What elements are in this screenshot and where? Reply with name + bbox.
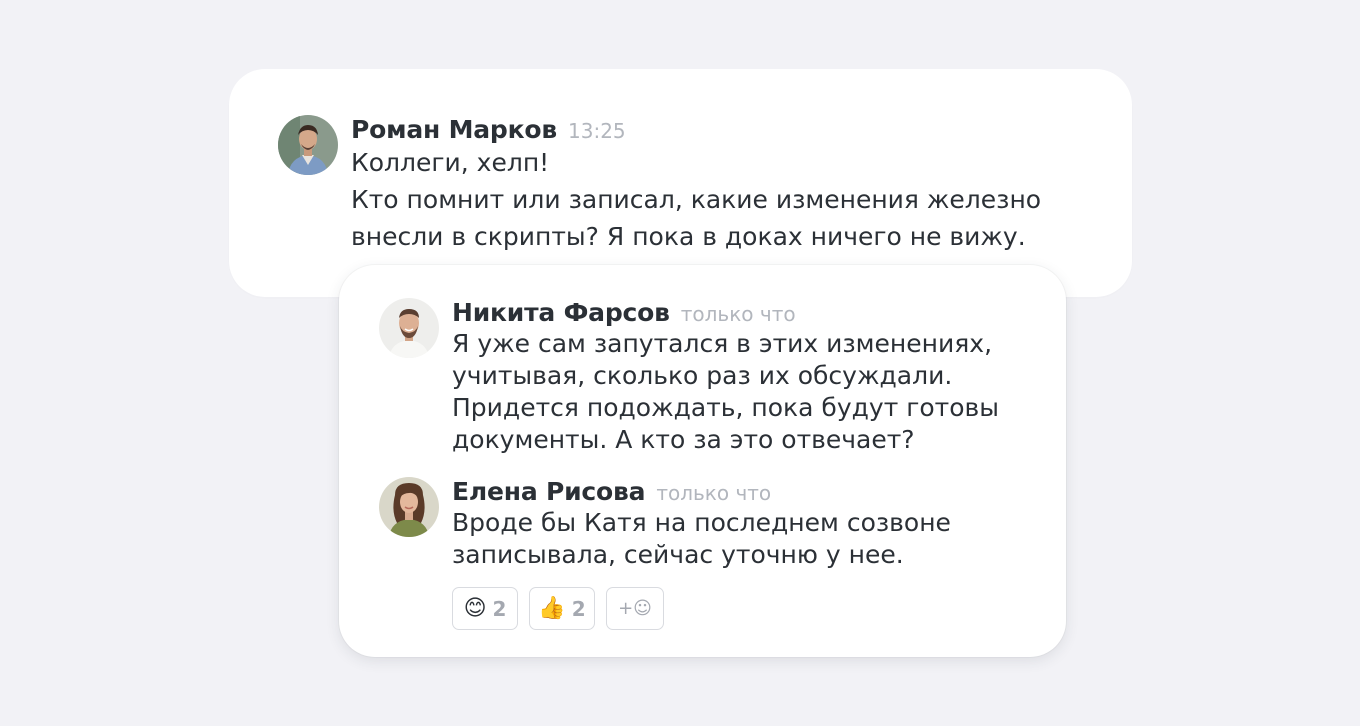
message-line: записывала, сейчас уточню у нее. [452,540,904,569]
message-line: внесли в скрипты? Я пока в доках ничего … [351,222,1026,251]
author-name[interactable]: Роман Марков [351,115,557,144]
reactions-bar: 😊 2 👍 2 +☺ [452,587,675,630]
avatar[interactable] [379,477,439,537]
smiling-face-emoji-icon: 😊 [463,595,487,621]
reaction-thumbs-up[interactable]: 👍 2 [529,587,595,630]
thumbs-up-emoji-icon: 👍 [538,595,566,621]
message-time: только что [680,302,796,326]
message-time: только что [656,481,772,505]
reaction-count: 2 [571,596,586,621]
message-time: 13:25 [568,119,626,143]
message-text: Вроде бы Катя на последнем созвоне запис… [452,507,951,571]
message-line: учитывая, сколько раз их обсуждали. [452,361,953,390]
reaction-count: 2 [492,596,507,621]
message-line: Придется подождать, пока будут готовы [452,393,999,422]
avatar[interactable] [379,298,439,358]
author-name[interactable]: Елена Рисова [452,477,646,506]
message-line: Коллеги, хелп! [351,148,550,177]
reaction-smile[interactable]: 😊 2 [452,587,518,630]
message-line: Кто помнит или записал, какие изменения … [351,185,1042,214]
avatar[interactable] [278,115,338,175]
add-reaction-icon: +☺ [618,598,652,619]
author-name[interactable]: Никита Фарсов [452,298,670,327]
add-reaction-button[interactable]: +☺ [606,587,664,630]
message-line: Вроде бы Катя на последнем созвоне [452,508,951,537]
message-text: Коллеги, хелп! Кто помнит или записал, к… [351,144,1041,255]
message-line: Я уже сам запутался в этих изменениях, [452,329,993,358]
message-line: документы. А кто за это отвечает? [452,425,915,454]
message-text: Я уже сам запутался в этих изменениях, у… [452,328,999,456]
chat-screen: Роман Марков 13:25 Коллеги, хелп! Кто по… [0,0,1360,726]
